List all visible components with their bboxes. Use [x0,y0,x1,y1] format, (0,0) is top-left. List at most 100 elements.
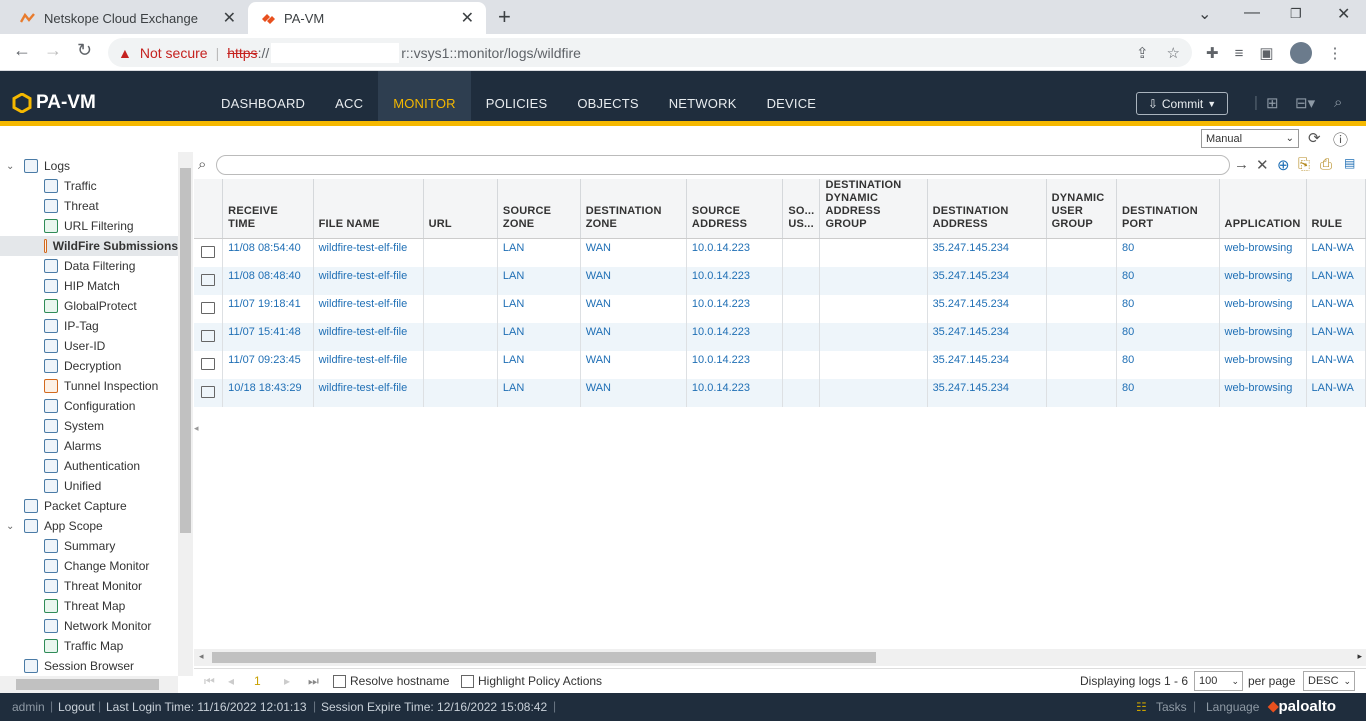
maximize-icon[interactable]: ❐ [1290,6,1302,22]
table-cell[interactable]: 10/18 18:43:29 [222,378,314,407]
table-cell[interactable]: 80 [1116,266,1220,295]
sidebar-item-decryption[interactable]: Decryption [44,356,121,376]
table-cell[interactable]: 10.0.14.223 [686,322,784,351]
warning-icon[interactable]: ▲ [118,45,132,61]
sidebar-item-threat-map[interactable]: Threat Map [44,596,125,616]
last-page-icon[interactable]: ⏭ [308,674,319,689]
log-details-cell[interactable] [194,378,224,407]
sidebar-item-summary[interactable]: Summary [44,536,115,556]
log-details-icon[interactable] [201,246,216,259]
help-icon[interactable]: ⓘ [1333,129,1348,150]
log-details-cell[interactable] [194,350,224,379]
search-icon[interactable]: ⌕ [1334,94,1342,111]
close-tab-icon[interactable]: ✕ [223,8,236,28]
column-header[interactable]: DYNAMIC USER GROUP [1046,179,1118,239]
scroll-thumb[interactable] [212,652,876,663]
table-cell[interactable]: WAN [580,294,687,323]
table-cell[interactable]: web-browsing [1219,350,1307,379]
collapse-sidebar-icon[interactable]: ◂ [194,423,199,434]
table-cell[interactable]: web-browsing [1219,294,1307,323]
table-cell[interactable]: WAN [580,378,687,407]
table-cell[interactable]: LAN-WA [1306,322,1366,351]
forward-icon[interactable]: → [44,40,62,61]
nav-policies[interactable]: POLICIES [471,71,563,121]
column-header[interactable]: DESTINATION DYNAMIC ADDRESS GROUP [819,179,928,239]
sidebar-item-threat-monitor[interactable]: Threat Monitor [44,576,142,596]
sidebar-item-configuration[interactable]: Configuration [44,396,135,416]
table-row[interactable]: 11/08 08:48:40 wildfire-test-elf-file LAN W… [194,266,1366,295]
log-details-icon[interactable] [201,358,216,370]
prev-page-icon[interactable]: ◂ [228,674,234,688]
table-cell[interactable]: 35.247.145.234 [927,238,1047,267]
log-details-cell[interactable] [194,266,224,295]
table-cell[interactable]: LAN [497,266,581,295]
sort-order-select[interactable]: DESC ⌄ [1303,671,1355,691]
table-cell[interactable]: 80 [1116,238,1220,267]
table-cell[interactable]: LAN [497,350,581,379]
table-cell[interactable]: 35.247.145.234 [927,378,1047,407]
table-cell[interactable]: 10.0.14.223 [686,238,784,267]
table-cell[interactable]: wildfire-test-elf-file [313,266,424,295]
scroll-right-icon[interactable]: ▸ [1357,651,1362,662]
extensions-icon[interactable]: ✚ [1206,44,1219,62]
table-cell[interactable]: 80 [1116,322,1220,351]
table-row[interactable]: 11/08 08:54:40 wildfire-test-elf-file LAN W… [194,238,1366,267]
logout-link[interactable]: Logout [58,700,95,714]
log-details-icon[interactable] [201,330,216,342]
table-cell[interactable]: LAN-WA [1306,238,1366,267]
table-cell[interactable]: 35.247.145.234 [927,322,1047,351]
log-details-icon[interactable] [201,302,216,314]
column-header[interactable]: APPLICATION [1219,179,1307,239]
tab-search-chevron-icon[interactable]: ⌄ [1198,4,1211,24]
table-h-scrollbar[interactable]: ◂ ▸ [194,649,1366,666]
scroll-thumb[interactable] [180,168,191,533]
table-cell[interactable]: 80 [1116,294,1220,323]
new-tab-icon[interactable]: + [498,4,511,30]
table-cell[interactable]: 10.0.14.223 [686,266,784,295]
first-page-icon[interactable]: ⏮ [204,674,215,689]
media-queue-icon[interactable]: ≡ [1235,45,1244,62]
bookmark-star-icon[interactable]: ☆ [1167,44,1180,62]
column-header[interactable] [194,179,224,239]
log-details-cell[interactable] [194,238,224,267]
sidebar-scrollbar[interactable] [178,152,193,676]
sidebar-item-app-scope[interactable]: ⌄ App Scope [6,516,103,536]
table-cell[interactable]: 35.247.145.234 [927,294,1047,323]
table-cell[interactable]: LAN [497,238,581,267]
save-config-icon[interactable]: ⊟▾ [1295,94,1315,112]
column-header[interactable]: SOURCE ADDRESS [686,179,784,239]
table-cell[interactable]: WAN [580,350,687,379]
table-cell[interactable]: WAN [580,238,687,267]
add-filter-icon[interactable]: ⊕ [1277,156,1290,174]
side-panel-icon[interactable]: ▣ [1259,44,1273,62]
table-cell[interactable]: 11/08 08:54:40 [222,238,314,267]
commit-button[interactable]: ⇩ Commit ▼ [1136,92,1228,115]
checkbox[interactable] [461,675,474,689]
next-page-icon[interactable]: ▸ [284,674,290,688]
address-bar[interactable]: ▲ Not secure | https :// r::vsys1::monit… [108,38,1192,67]
scroll-thumb[interactable] [16,679,159,690]
browser-tab-pa-vm[interactable]: PA-VM ✕ [248,2,486,34]
sidebar-item-unified[interactable]: Unified [44,476,101,496]
table-cell[interactable]: 35.247.145.234 [927,266,1047,295]
table-cell[interactable]: LAN-WA [1306,378,1366,407]
sidebar-item-session-browser[interactable]: Session Browser [6,656,134,676]
table-cell[interactable]: web-browsing [1219,238,1307,267]
nav-dashboard[interactable]: DASHBOARD [206,71,320,121]
per-page-select[interactable]: 100 ⌄ [1194,671,1243,691]
sidebar-item-globalprotect[interactable]: GlobalProtect [44,296,137,316]
table-cell[interactable]: 11/07 09:23:45 [222,350,314,379]
column-header[interactable]: DESTINATION ZONE [580,179,687,239]
table-cell[interactable]: wildfire-test-elf-file [313,350,424,379]
column-header[interactable]: SOURCE ZONE [497,179,581,239]
highlight-policy-checkbox[interactable]: Highlight Policy Actions [461,674,602,689]
save-filter-icon[interactable]: ⎘ [1298,156,1310,173]
table-cell[interactable]: web-browsing [1219,322,1307,351]
avatar[interactable] [1289,42,1312,64]
table-cell[interactable]: web-browsing [1219,266,1307,295]
nav-network[interactable]: NETWORK [654,71,752,121]
sidebar-item-alarms[interactable]: Alarms [44,436,101,456]
chevron-down-icon[interactable]: ⌄ [6,521,20,532]
tasks-icon[interactable]: ☷ [1136,700,1147,714]
table-row[interactable]: 11/07 15:41:48 wildfire-test-elf-file LAN W… [194,322,1366,351]
